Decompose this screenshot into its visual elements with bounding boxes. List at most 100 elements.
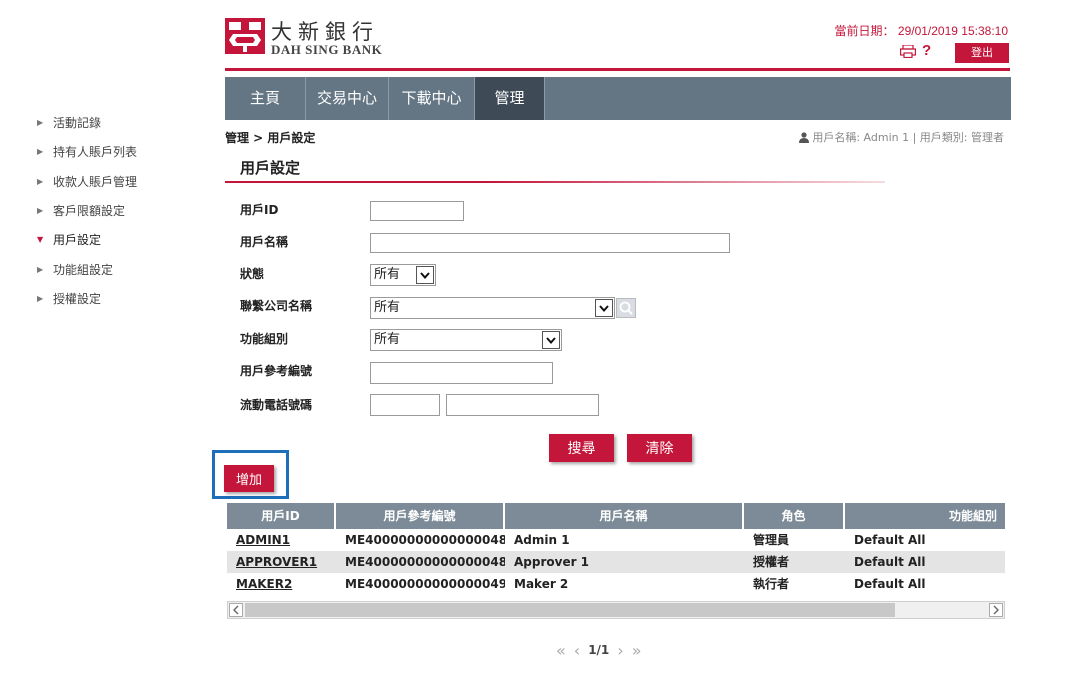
title-divider xyxy=(225,181,885,183)
sidebar-item-user-settings[interactable]: ▼ 用戶設定 xyxy=(37,225,197,254)
sidebar-item-label: 持有人賬戶列表 xyxy=(53,145,138,160)
nav-transaction-center[interactable]: 交易中心 xyxy=(306,77,389,120)
company-label: 聯繫公司名稱 xyxy=(240,299,313,313)
bank-logo: 大新銀行 DAH SING BANK xyxy=(225,16,395,62)
chevron-down-icon xyxy=(542,331,560,349)
user-id-link[interactable]: MAKER2 xyxy=(227,573,336,595)
function-group-select-value: 所有 xyxy=(374,332,401,347)
pagination: « ‹ 1/1 › » xyxy=(556,641,676,660)
scrollbar-thumb[interactable] xyxy=(245,603,895,617)
next-page-icon[interactable]: › xyxy=(617,641,623,660)
user-ref-input[interactable] xyxy=(370,362,553,384)
user-table: 用戶ID 用戶參考編號 用戶名稱 角色 功能組別 ADMIN1 ME400000… xyxy=(227,503,1005,595)
function-group-label: 功能組別 xyxy=(240,332,289,346)
group-cell: Default All xyxy=(854,577,926,591)
group-cell: Default All xyxy=(854,555,926,569)
magnifier-icon[interactable] xyxy=(616,298,636,318)
user-id-link[interactable]: ADMIN1 xyxy=(227,529,336,551)
user-info: 用戶名稱: Admin 1 | 用戶類別: 管理者 xyxy=(799,129,1004,145)
scroll-left-icon[interactable] xyxy=(229,603,243,617)
mobile-label: 流動電話號碼 xyxy=(240,398,313,412)
sidebar-item-label: 收款人賬戶管理 xyxy=(53,174,138,189)
sidebar-item-holder-accounts[interactable]: ▶ 持有人賬戶列表 xyxy=(37,137,197,166)
sidebar-item-authorization[interactable]: ▶ 授權設定 xyxy=(37,284,197,313)
table-row: MAKER2 ME400000000000000491 Maker 2 執行者 … xyxy=(227,573,1005,595)
column-header-name[interactable]: 用戶名稱 xyxy=(505,503,744,529)
column-header-ref[interactable]: 用戶參考編號 xyxy=(336,503,505,529)
sidebar-item-payee-accounts[interactable]: ▶ 收款人賬戶管理 xyxy=(37,167,197,196)
print-icon[interactable] xyxy=(900,45,916,58)
mobile-country-code-input[interactable] xyxy=(370,394,440,416)
user-ref-cell: ME400000000000000491 xyxy=(345,577,505,591)
user-name-cell: Approver 1 xyxy=(514,555,590,569)
search-button[interactable]: 搜尋 xyxy=(549,434,614,462)
date-value: 29/01/2019 15:38:10 xyxy=(897,24,1008,38)
column-header-role[interactable]: 角色 xyxy=(744,503,845,529)
user-info-text: 用戶名稱: Admin 1 | 用戶類別: 管理者 xyxy=(812,131,1004,144)
header-tools: ? xyxy=(900,42,940,62)
breadcrumb: 管理 > 用戶設定 xyxy=(225,131,316,145)
dah-sing-logo-icon xyxy=(225,18,265,54)
nav-download-center[interactable]: 下載中心 xyxy=(389,77,475,120)
page-indicator: 1/1 xyxy=(588,643,610,657)
scroll-right-icon[interactable] xyxy=(989,603,1003,617)
column-header-group[interactable]: 功能組別 xyxy=(845,503,1005,529)
last-page-icon[interactable]: » xyxy=(632,641,642,660)
user-id-input[interactable] xyxy=(370,201,464,221)
prev-page-icon[interactable]: ‹ xyxy=(574,641,580,660)
status-label: 狀態 xyxy=(240,267,265,281)
user-id-label: 用戶ID xyxy=(240,203,279,217)
status-select[interactable]: 所有 xyxy=(370,264,436,286)
user-ref-label: 用戶參考編號 xyxy=(240,364,313,378)
sidebar-item-label: 用戶設定 xyxy=(53,233,102,248)
logo-english-text: DAH SING BANK xyxy=(271,42,383,57)
triangle-right-icon: ▶ xyxy=(37,293,44,303)
triangle-right-icon: ▶ xyxy=(37,264,44,274)
page-title: 用戶設定 xyxy=(240,159,301,177)
table-horizontal-scrollbar[interactable] xyxy=(227,601,1005,619)
sidebar-item-customer-limits[interactable]: ▶ 客戶限額設定 xyxy=(37,196,197,225)
triangle-right-icon: ▶ xyxy=(37,118,44,128)
sidebar-item-activity-log[interactable]: ▶ 活動記錄 xyxy=(37,108,197,137)
sidebar-item-label: 授權設定 xyxy=(53,291,102,306)
logout-button[interactable]: 登出 xyxy=(955,43,1009,63)
user-name-cell: Admin 1 xyxy=(514,533,570,547)
first-page-icon[interactable]: « xyxy=(556,641,566,660)
chevron-down-icon xyxy=(416,266,434,284)
user-id-link[interactable]: APPROVER1 xyxy=(227,551,336,573)
sidebar-item-label: 活動記錄 xyxy=(53,116,102,131)
sidebar-item-label: 功能組設定 xyxy=(53,262,114,277)
nav-admin[interactable]: 管理 xyxy=(475,77,545,120)
user-ref-cell: ME400000000000000488 xyxy=(345,533,505,547)
help-icon[interactable]: ? xyxy=(922,42,931,59)
triangle-right-icon: ▶ xyxy=(37,147,44,157)
chevron-down-icon xyxy=(595,299,613,317)
status-select-value: 所有 xyxy=(374,267,401,282)
role-cell: 授權者 xyxy=(753,555,790,569)
role-cell: 管理員 xyxy=(753,533,790,547)
mobile-number-input[interactable] xyxy=(446,394,599,416)
date-label: 當前日期： xyxy=(834,24,895,38)
company-select-value: 所有 xyxy=(374,300,401,315)
main-nav: 主頁 交易中心 下載中心 管理 xyxy=(225,77,1011,120)
user-icon xyxy=(799,131,810,143)
sidebar: ▶ 活動記錄 ▶ 持有人賬戶列表 ▶ 收款人賬戶管理 ▶ 客戶限額設定 ▼ 用戶… xyxy=(37,108,197,313)
company-select[interactable]: 所有 xyxy=(370,297,615,319)
sidebar-item-function-groups[interactable]: ▶ 功能組設定 xyxy=(37,254,197,283)
function-group-select[interactable]: 所有 xyxy=(370,329,562,351)
table-row: ADMIN1 ME400000000000000488 Admin 1 管理員 … xyxy=(227,529,1005,551)
header-divider xyxy=(225,68,1010,71)
table-header: 用戶ID 用戶參考編號 用戶名稱 角色 功能組別 xyxy=(227,503,1005,529)
clear-button[interactable]: 清除 xyxy=(627,434,692,462)
triangle-down-icon: ▼ xyxy=(37,235,44,245)
user-name-input[interactable] xyxy=(370,233,730,253)
nav-home[interactable]: 主頁 xyxy=(225,77,306,120)
column-header-user-id[interactable]: 用戶ID xyxy=(227,503,336,529)
user-name-label: 用戶名稱 xyxy=(240,235,289,249)
user-name-cell: Maker 2 xyxy=(514,577,569,591)
role-cell: 執行者 xyxy=(753,577,790,591)
add-button[interactable]: 增加 xyxy=(224,465,274,492)
user-ref-cell: ME400000000000000489 xyxy=(345,555,505,569)
sidebar-item-label: 客戶限額設定 xyxy=(53,204,126,219)
triangle-right-icon: ▶ xyxy=(37,206,44,216)
